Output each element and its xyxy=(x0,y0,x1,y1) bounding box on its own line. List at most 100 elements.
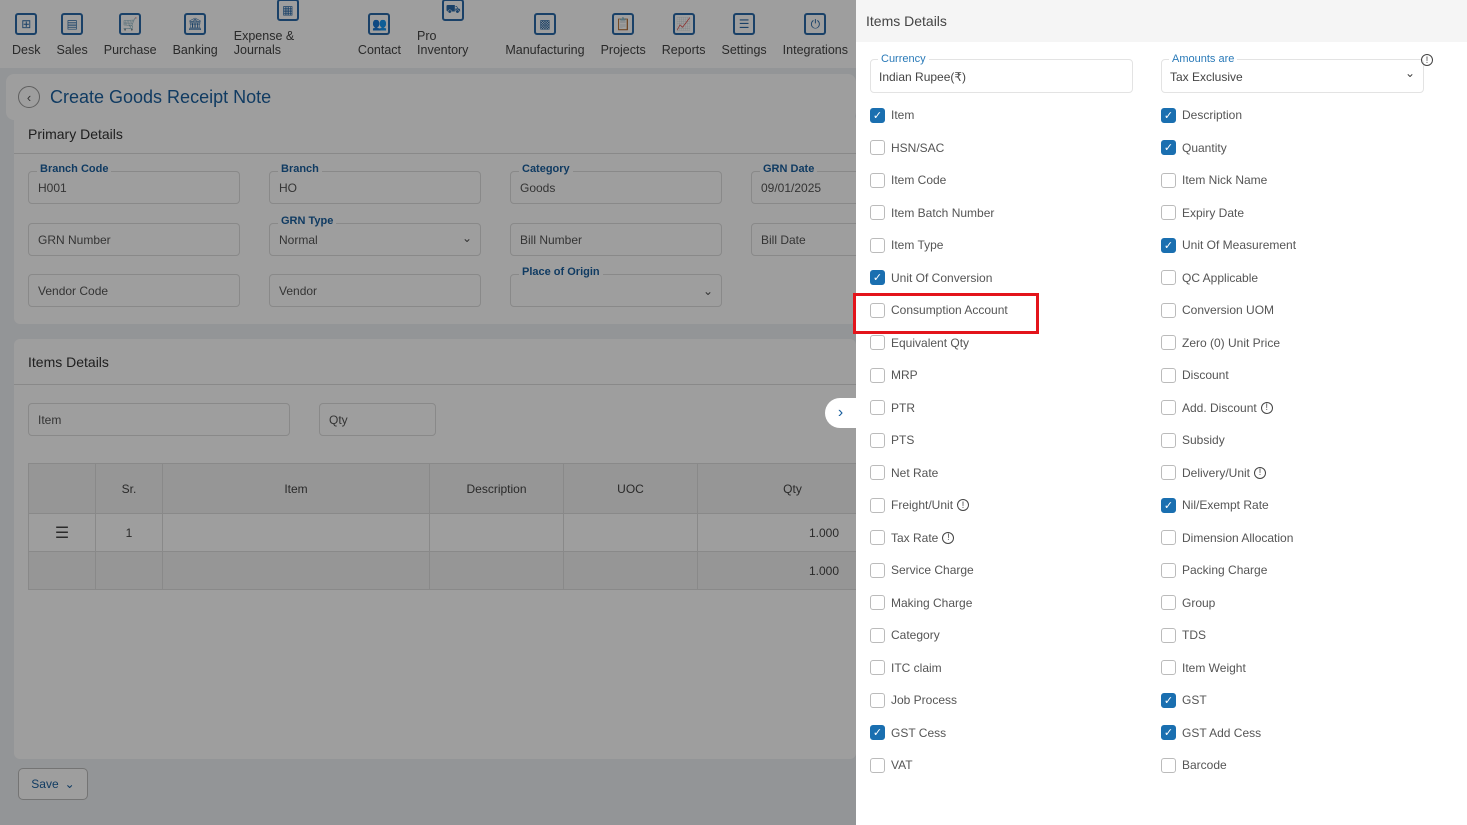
info-icon[interactable]: ! xyxy=(1421,54,1433,66)
option-barcode[interactable]: Barcode xyxy=(1161,749,1452,782)
option-hsn-sac[interactable]: HSN/SAC xyxy=(870,132,1161,165)
option-unit-of-conversion[interactable]: ✓ Unit Of Conversion xyxy=(870,262,1161,295)
option-gst-add-cess[interactable]: ✓ GST Add Cess xyxy=(1161,717,1452,750)
checkbox[interactable] xyxy=(1161,302,1176,318)
option-item-code[interactable]: Item Code xyxy=(870,164,1161,197)
checkbox[interactable]: ✓ xyxy=(1161,107,1176,123)
option-net-rate[interactable]: Net Rate xyxy=(870,457,1161,490)
option-label: GST Add Cess xyxy=(1182,725,1262,740)
checkbox[interactable] xyxy=(870,465,885,481)
checkbox[interactable] xyxy=(1161,432,1176,448)
option-gst-cess[interactable]: ✓ GST Cess xyxy=(870,717,1161,750)
option-service-charge[interactable]: Service Charge xyxy=(870,554,1161,587)
checkbox[interactable] xyxy=(870,595,885,611)
option-item-nick-name[interactable]: Item Nick Name xyxy=(1161,164,1452,197)
option-tds[interactable]: TDS xyxy=(1161,619,1452,652)
option-packing-charge[interactable]: Packing Charge xyxy=(1161,554,1452,587)
checkbox[interactable] xyxy=(1161,530,1176,546)
checkbox[interactable] xyxy=(870,205,885,221)
option-expiry-date[interactable]: Expiry Date xyxy=(1161,197,1452,230)
checkbox[interactable] xyxy=(870,627,885,643)
checkbox[interactable] xyxy=(870,140,885,156)
checkbox[interactable]: ✓ xyxy=(870,270,885,286)
info-icon[interactable]: ! xyxy=(1254,466,1267,479)
option-equivalent-qty[interactable]: Equivalent Qty xyxy=(870,327,1161,360)
option-label: HSN/SAC xyxy=(891,140,945,155)
right-column: ✓ Description ✓ Quantity Item Nick Name Expir… xyxy=(1161,99,1452,782)
option-subsidy[interactable]: Subsidy xyxy=(1161,424,1452,457)
option-dimension-allocation[interactable]: Dimension Allocation xyxy=(1161,522,1452,555)
option-making-charge[interactable]: Making Charge xyxy=(870,587,1161,620)
option-delivery-unit[interactable]: Delivery/Unit! xyxy=(1161,457,1452,490)
checkbox[interactable] xyxy=(1161,205,1176,221)
checkbox[interactable]: ✓ xyxy=(1161,237,1176,253)
option-discount[interactable]: Discount xyxy=(1161,359,1452,392)
checkbox[interactable] xyxy=(1161,367,1176,383)
checkbox[interactable]: ✓ xyxy=(1161,140,1176,156)
option-conversion-uom[interactable]: Conversion UOM xyxy=(1161,294,1452,327)
items-details-panel: Items Details Currency Indian Rupee(₹) Am… xyxy=(853,0,1467,825)
checkbox[interactable] xyxy=(870,562,885,578)
checkbox[interactable] xyxy=(870,757,885,773)
checkbox[interactable] xyxy=(870,237,885,253)
option-label: Service Charge xyxy=(891,563,974,578)
option-mrp[interactable]: MRP xyxy=(870,359,1161,392)
option-pts[interactable]: PTS xyxy=(870,424,1161,457)
checkbox[interactable] xyxy=(870,692,885,708)
checkbox[interactable]: ✓ xyxy=(1161,725,1176,741)
checkbox[interactable] xyxy=(1161,465,1176,481)
option-consumption-account[interactable]: Consumption Account xyxy=(853,293,1161,334)
checkbox[interactable] xyxy=(1161,757,1176,773)
currency-field[interactable]: Currency Indian Rupee(₹) xyxy=(870,53,1133,93)
checkbox[interactable] xyxy=(870,400,885,416)
option-add-discount[interactable]: Add. Discount! xyxy=(1161,392,1452,425)
option-item-weight[interactable]: Item Weight xyxy=(1161,652,1452,685)
option-description[interactable]: ✓ Description xyxy=(1161,99,1452,132)
checkbox[interactable] xyxy=(870,497,885,513)
option-ptr[interactable]: PTR xyxy=(870,392,1161,425)
checkbox[interactable] xyxy=(870,302,885,318)
option-category[interactable]: Category xyxy=(870,619,1161,652)
checkbox[interactable] xyxy=(1161,335,1176,351)
checkbox[interactable] xyxy=(870,530,885,546)
checkbox[interactable] xyxy=(870,367,885,383)
option-item-type[interactable]: Item Type xyxy=(870,229,1161,262)
checkbox[interactable] xyxy=(870,660,885,676)
option-label: QC Applicable xyxy=(1182,270,1259,285)
option-itc-claim[interactable]: ITC claim xyxy=(870,652,1161,685)
amounts-are-select[interactable]: Amounts are Tax Exclusive ⌄ xyxy=(1161,53,1424,93)
checkbox[interactable]: ✓ xyxy=(1161,692,1176,708)
info-icon[interactable]: ! xyxy=(1260,401,1273,414)
checkbox[interactable] xyxy=(1161,172,1176,188)
option-gst[interactable]: ✓ GST xyxy=(1161,684,1452,717)
option-item[interactable]: ✓ Item xyxy=(870,99,1161,132)
info-icon[interactable]: ! xyxy=(942,531,955,544)
option-unit-of-measurement[interactable]: ✓ Unit Of Measurement xyxy=(1161,229,1452,262)
info-icon[interactable]: ! xyxy=(957,499,970,512)
option-job-process[interactable]: Job Process xyxy=(870,684,1161,717)
modal-overlay[interactable] xyxy=(0,0,856,825)
option-vat[interactable]: VAT xyxy=(870,749,1161,782)
option-label: Net Rate xyxy=(891,465,939,480)
checkbox[interactable] xyxy=(870,172,885,188)
option-item-batch-number[interactable]: Item Batch Number xyxy=(870,197,1161,230)
option-zero-0-unit-price[interactable]: Zero (0) Unit Price xyxy=(1161,327,1452,360)
option-group[interactable]: Group xyxy=(1161,587,1452,620)
checkbox[interactable] xyxy=(1161,270,1176,286)
checkbox[interactable]: ✓ xyxy=(1161,497,1176,513)
checkbox[interactable] xyxy=(1161,562,1176,578)
collapse-panel-button[interactable]: › xyxy=(825,398,856,428)
option-quantity[interactable]: ✓ Quantity xyxy=(1161,132,1452,165)
checkbox[interactable]: ✓ xyxy=(870,107,885,123)
checkbox[interactable] xyxy=(1161,627,1176,643)
checkbox[interactable] xyxy=(870,432,885,448)
checkbox[interactable] xyxy=(1161,400,1176,416)
checkbox[interactable]: ✓ xyxy=(870,725,885,741)
option-freight-unit[interactable]: Freight/Unit! xyxy=(870,489,1161,522)
option-qc-applicable[interactable]: QC Applicable xyxy=(1161,262,1452,295)
option-tax-rate[interactable]: Tax Rate! xyxy=(870,522,1161,555)
checkbox[interactable] xyxy=(1161,595,1176,611)
checkbox[interactable] xyxy=(1161,660,1176,676)
option-nil-exempt-rate[interactable]: ✓ Nil/Exempt Rate xyxy=(1161,489,1452,522)
checkbox[interactable] xyxy=(870,335,885,351)
